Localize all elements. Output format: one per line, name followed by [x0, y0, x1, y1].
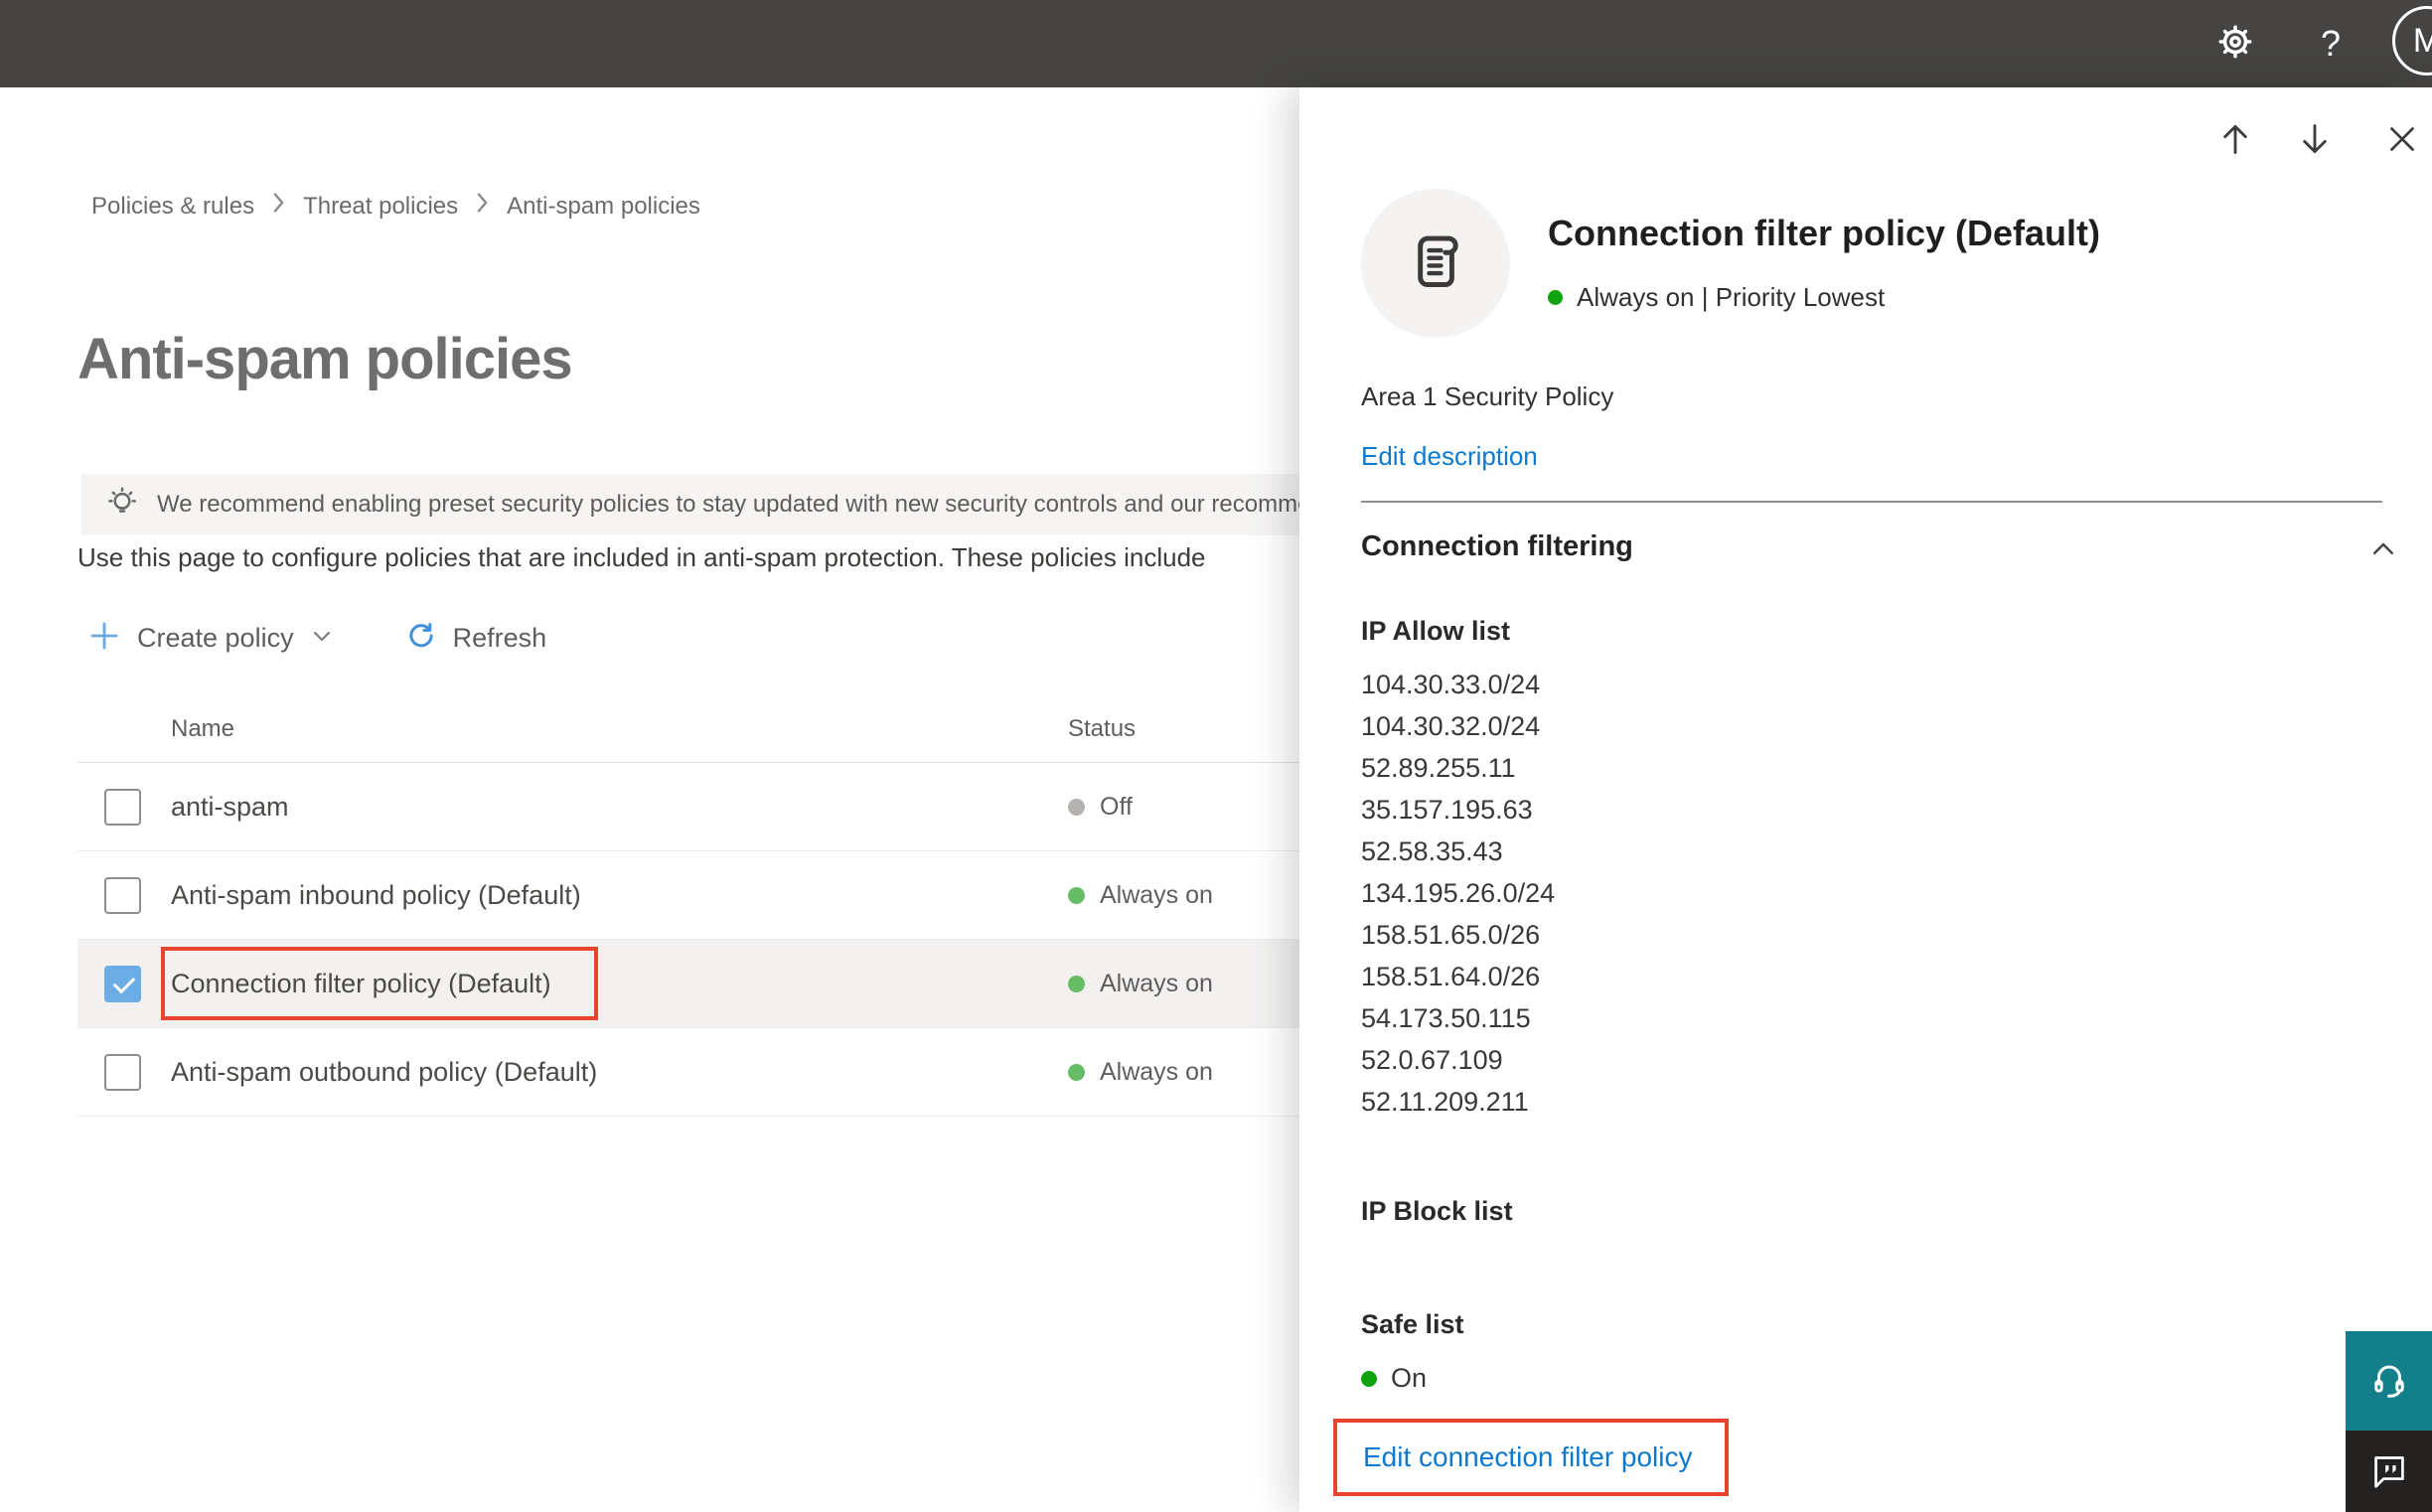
flyout-status-text: Always on | Priority Lowest [1577, 282, 1886, 312]
ip-entry: 134.195.26.0/24 [1361, 878, 1556, 908]
policy-details-flyout: Connection filter policy (Default) Alway… [1299, 87, 2432, 1512]
intro-text: Use this page to configure policies that… [77, 542, 1206, 572]
policy-scroll-icon [1401, 227, 1470, 301]
chevron-right-icon [270, 191, 287, 222]
recommendation-banner: We recommend enabling preset security po… [81, 474, 1299, 535]
lightbulb-icon [103, 484, 141, 527]
table-row[interactable]: anti-spam Off [77, 763, 1299, 851]
section-connection-filtering[interactable]: Connection filtering [1361, 530, 2393, 563]
gear-icon [2216, 23, 2254, 66]
policy-description: Area 1 Security Policy [1361, 381, 1614, 411]
column-header-name[interactable]: Name [171, 715, 234, 743]
ip-entry: 52.0.67.109 [1361, 1045, 1503, 1075]
chevron-up-icon [2368, 534, 2398, 569]
table-row[interactable]: Anti-spam inbound policy (Default) Alway… [77, 851, 1299, 940]
ip-entry: 54.173.50.115 [1361, 1003, 1531, 1033]
status-dot [1068, 887, 1085, 904]
ip-entry: 104.30.32.0/24 [1361, 711, 1541, 741]
breadcrumb-policies-rules[interactable]: Policies & rules [91, 193, 254, 221]
settings-button[interactable] [2209, 18, 2261, 70]
divider [1361, 501, 2382, 503]
ip-block-list-title: IP Block list [1361, 1196, 1513, 1226]
screen: ? M Policies & rules Threat policies Ant… [0, 0, 2432, 1512]
status-label: Off [1100, 793, 1133, 821]
ip-allow-list-title: IP Allow list [1361, 616, 1511, 646]
status-cell: Always on [1068, 940, 1213, 1028]
table-row-selected[interactable]: Connection filter policy (Default) Alway… [77, 940, 1299, 1028]
ip-entry: 52.89.255.11 [1361, 753, 1516, 783]
avatar-initial: M [2412, 21, 2432, 60]
chevron-down-icon [310, 624, 334, 653]
status-dot [1548, 290, 1563, 305]
row-checkbox[interactable] [104, 877, 141, 914]
ip-entry: 35.157.195.63 [1361, 795, 1533, 825]
refresh-icon [405, 620, 437, 657]
row-checkbox[interactable] [104, 1054, 141, 1091]
close-flyout-button[interactable] [2378, 117, 2426, 165]
ip-entry: 104.30.33.0/24 [1361, 670, 1541, 699]
feedback-button[interactable] [2346, 1431, 2432, 1512]
ip-entry: 52.58.35.43 [1361, 836, 1503, 866]
edit-connection-filter-policy-link[interactable]: Edit connection filter policy [1363, 1441, 1693, 1473]
arrow-up-icon [2216, 120, 2254, 163]
table-header: Name Status [77, 695, 1299, 763]
flyout-status: Always on | Priority Lowest [1548, 282, 1885, 313]
refresh-label: Refresh [452, 622, 547, 653]
policy-name: Anti-spam inbound policy (Default) [171, 880, 581, 910]
highlight-box [161, 947, 598, 1020]
status-dot [1361, 1370, 1377, 1387]
plus-icon [87, 619, 121, 658]
row-checkbox[interactable] [104, 966, 141, 1002]
status-cell: Always on [1068, 851, 1213, 940]
help-button[interactable]: ? [2305, 18, 2356, 70]
breadcrumb-anti-spam-policies[interactable]: Anti-spam policies [507, 193, 700, 221]
policy-name: Anti-spam outbound policy (Default) [171, 1057, 598, 1087]
ip-entry: 158.51.65.0/26 [1361, 920, 1541, 950]
safe-list-title: Safe list [1361, 1309, 1464, 1339]
previous-item-button[interactable] [2211, 117, 2259, 165]
safe-list-status: On [1361, 1363, 1427, 1394]
safe-list-status-label: On [1391, 1363, 1428, 1393]
status-dot [1068, 976, 1085, 992]
command-bar: Create policy Refresh [87, 614, 546, 662]
table-row[interactable]: Anti-spam outbound policy (Default) Alwa… [77, 1028, 1299, 1117]
support-button[interactable] [2346, 1331, 2432, 1431]
next-item-button[interactable] [2291, 117, 2339, 165]
status-label: Always on [1100, 1058, 1213, 1086]
close-icon [2384, 121, 2420, 162]
section-title: Connection filtering [1361, 530, 1633, 562]
status-cell: Always on [1068, 1028, 1213, 1117]
status-cell: Off [1068, 763, 1133, 851]
status-dot [1068, 1064, 1085, 1081]
policy-badge [1361, 189, 1510, 338]
status-label: Always on [1100, 881, 1213, 909]
banner-text: We recommend enabling preset security po… [157, 491, 1299, 518]
policy-name: anti-spam [171, 792, 289, 822]
headset-icon [2365, 1355, 2413, 1408]
ip-allow-list: 104.30.33.0/24 104.30.32.0/24 52.89.255.… [1361, 664, 1555, 1123]
feedback-icon [2366, 1446, 2412, 1497]
question-mark-icon: ? [2320, 23, 2342, 64]
create-policy-button[interactable]: Create policy [87, 619, 334, 658]
flyout-title: Connection filter policy (Default) [1548, 213, 2101, 253]
arrow-down-icon [2296, 120, 2334, 163]
ip-entry: 158.51.64.0/26 [1361, 962, 1541, 991]
policy-table: Name Status anti-spam Off Anti-spam inbo… [77, 695, 1299, 1117]
row-checkbox[interactable] [104, 789, 141, 826]
status-label: Always on [1100, 970, 1213, 997]
account-avatar[interactable]: M [2392, 6, 2432, 76]
flyout-nav [1299, 117, 2432, 165]
top-bar: ? M [0, 0, 2432, 87]
breadcrumb: Policies & rules Threat policies Anti-sp… [91, 191, 700, 222]
column-header-status[interactable]: Status [1068, 715, 1136, 743]
create-policy-label: Create policy [137, 622, 294, 653]
status-dot [1068, 799, 1085, 816]
highlight-box: Edit connection filter policy [1333, 1419, 1729, 1496]
chevron-right-icon [474, 191, 491, 222]
refresh-button[interactable]: Refresh [405, 620, 547, 657]
page-title: Anti-spam policies [77, 327, 573, 391]
breadcrumb-threat-policies[interactable]: Threat policies [303, 193, 458, 221]
edit-description-link[interactable]: Edit description [1361, 441, 1538, 472]
ip-entry: 52.11.209.211 [1361, 1087, 1529, 1117]
